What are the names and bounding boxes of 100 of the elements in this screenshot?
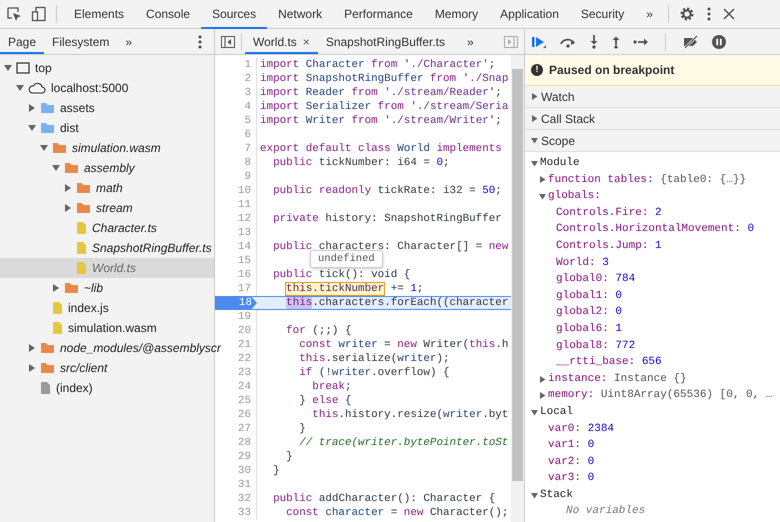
tree-item[interactable]: dist: [0, 118, 214, 138]
info-icon: !: [531, 64, 543, 76]
tree-item[interactable]: top: [0, 58, 214, 78]
panel-tab[interactable]: Elements: [63, 0, 136, 28]
tree-item[interactable]: assets: [0, 98, 214, 118]
tree-label: math: [96, 180, 123, 197]
code-line: this.tickNumber += 1;: [285, 282, 424, 296]
code-line: private history: SnapshotRingBuffer: [272, 212, 502, 226]
expanded-arrow-icon[interactable]: [539, 192, 546, 200]
tree-label: assets: [60, 100, 95, 117]
tree-item[interactable]: Character.ts: [0, 218, 214, 238]
device-toolbar-icon[interactable]: [31, 6, 47, 22]
property[interactable]: __rtti_base: 656: [556, 354, 662, 371]
tree-item[interactable]: assembly: [0, 158, 214, 178]
more-options-icon[interactable]: [706, 7, 711, 21]
file-tab[interactable]: World.ts ×: [245, 29, 318, 54]
line-number: 1: [215, 58, 257, 72]
panel-tab[interactable]: Application: [489, 0, 570, 28]
tree-item[interactable]: simulation.wasm: [0, 138, 214, 158]
tree-label: (index): [56, 380, 93, 397]
folder-icon: [64, 162, 79, 174]
more-tabs-button[interactable]: »: [459, 29, 482, 54]
line-number: 19: [215, 310, 257, 324]
tree-item[interactable]: src/client: [0, 358, 214, 378]
code-line: this.history.resize(writer.byt: [311, 408, 508, 422]
property[interactable]: global0: 784: [556, 271, 636, 288]
pause-icon[interactable]: [712, 34, 726, 48]
tree-item[interactable]: (index): [0, 378, 214, 398]
file-tab[interactable]: SnapshotRingBuffer.ts: [318, 29, 454, 54]
expanded-arrow-icon[interactable]: [531, 408, 538, 416]
step-out-icon[interactable]: [611, 34, 621, 48]
section-header[interactable]: Scope: [525, 130, 780, 152]
close-icon[interactable]: [722, 8, 735, 20]
scrollbar[interactable]: [511, 55, 524, 522]
file-icon: [76, 221, 87, 235]
toggle-debugger-icon[interactable]: [504, 36, 518, 48]
panel-tab[interactable]: Network: [267, 0, 334, 28]
property[interactable]: Controls.Jump: 1: [556, 238, 662, 255]
property[interactable]: var1: 0: [548, 437, 594, 454]
line-number: 31: [215, 478, 257, 492]
tree-item[interactable]: index.js: [0, 298, 214, 318]
tree-item[interactable]: math: [0, 178, 214, 198]
expanded-arrow-icon[interactable]: [531, 492, 538, 499]
deactivate-breakpoints-icon[interactable]: [682, 34, 700, 48]
panel-tab[interactable]: Performance: [333, 0, 424, 28]
folder-icon: [40, 342, 55, 354]
panel-tab[interactable]: Sources: [201, 0, 268, 28]
tree-item[interactable]: localhost:5000: [0, 78, 214, 98]
tree-label: World.ts: [92, 260, 136, 277]
property[interactable]: global6: 1: [556, 320, 622, 338]
collapsed-arrow-icon[interactable]: [539, 376, 546, 383]
property[interactable]: global8: 772: [556, 338, 636, 354]
property[interactable]: global1: 0: [556, 288, 622, 304]
scope-label[interactable]: Module: [540, 155, 580, 172]
tree-item[interactable]: ~lib: [0, 278, 214, 298]
section-header[interactable]: Watch: [525, 86, 780, 108]
property[interactable]: instance: Instance {}: [548, 370, 687, 388]
panel-tab[interactable]: Memory: [424, 0, 490, 28]
property[interactable]: Controls.Fire: 2: [556, 204, 662, 222]
scope-label[interactable]: Local: [540, 404, 574, 420]
tree-item[interactable]: World.ts: [0, 258, 214, 278]
property[interactable]: memory: Uint8Array(65536) [0, 0, …: [548, 387, 772, 404]
tree-label: assembly: [84, 160, 135, 177]
navigator-tab[interactable]: Filesystem: [44, 29, 118, 54]
collapsed-arrow-icon[interactable]: [539, 176, 546, 184]
property[interactable]: var0: 2384: [548, 420, 614, 438]
property[interactable]: globals:: [548, 188, 601, 205]
property[interactable]: var3: 0: [548, 470, 594, 487]
more-tabs-button[interactable]: »: [117, 29, 140, 54]
code-line: import Character from './Character';: [259, 58, 496, 72]
collapsed-arrow-icon[interactable]: [539, 392, 546, 400]
property[interactable]: function tables: {table0: {…}}: [548, 172, 746, 188]
expanded-arrow-icon: [52, 164, 60, 172]
more-options-icon[interactable]: [198, 34, 202, 48]
inspect-icon[interactable]: [6, 6, 22, 22]
section-header[interactable]: Call Stack: [525, 108, 780, 130]
code-line: this.characters.forEach((character: [285, 296, 508, 310]
line-number: 10: [215, 184, 257, 198]
property[interactable]: World: 3: [556, 254, 609, 272]
line-number: 27: [215, 422, 257, 436]
property[interactable]: global2: 0: [556, 304, 622, 321]
step-icon[interactable]: [633, 36, 649, 46]
toggle-navigator-icon[interactable]: [221, 36, 235, 48]
tree-item[interactable]: SnapshotRingBuffer.ts: [0, 238, 214, 258]
tree-item[interactable]: simulation.wasm: [0, 318, 214, 338]
property[interactable]: var2: 0: [548, 454, 594, 470]
code-line: export default class World implements: [259, 142, 502, 156]
panel-tab[interactable]: Console: [135, 0, 202, 28]
tree-item[interactable]: stream: [0, 198, 214, 218]
panel-tab[interactable]: Security: [570, 0, 636, 28]
expanded-arrow-icon[interactable]: [531, 160, 538, 167]
scope-label[interactable]: Stack: [540, 486, 574, 504]
resume-icon[interactable]: [531, 34, 547, 48]
more-tabs-button[interactable]: »: [635, 0, 664, 28]
close-tab-button[interactable]: ×: [302, 32, 310, 50]
navigator-tab[interactable]: Page: [0, 29, 44, 54]
code-line: import Serializer from './stream/Seria: [259, 100, 508, 114]
settings-icon[interactable]: [678, 6, 695, 22]
step-into-icon[interactable]: [589, 34, 599, 48]
property[interactable]: Controls.HorizontalMovement: 0: [556, 221, 754, 238]
